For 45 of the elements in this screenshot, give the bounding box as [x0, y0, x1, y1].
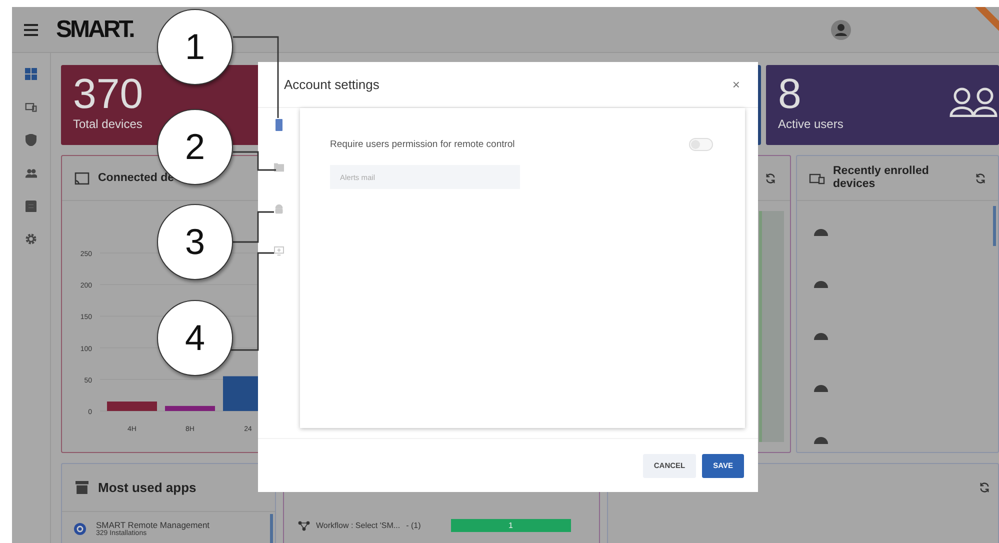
close-button[interactable]: ×: [728, 75, 744, 94]
leader-line: [233, 151, 276, 171]
chart-bar: [165, 406, 215, 411]
workflow-count: - (1): [406, 521, 421, 530]
android-icon: [813, 384, 829, 392]
cast-icon: [74, 172, 90, 184]
android-icon: [813, 280, 829, 288]
clipboard-icon[interactable]: [25, 200, 37, 212]
dashboard-icon[interactable]: [25, 68, 37, 80]
stat-value: 370: [73, 71, 144, 117]
app-name: SMART Remote Management: [96, 520, 210, 530]
users-icon: [949, 87, 999, 117]
avatar-icon[interactable]: [831, 20, 851, 40]
shield-icon[interactable]: [25, 134, 37, 146]
setting-label: Require users permission for remote control: [330, 139, 515, 150]
card-title: Most used apps: [98, 480, 196, 495]
menu-icon[interactable]: [24, 24, 38, 36]
scrollbar[interactable]: [993, 206, 996, 246]
android-icon: [813, 228, 829, 236]
settings-icon[interactable]: [25, 233, 37, 245]
folder-icon[interactable]: [274, 161, 284, 173]
leader-line: [233, 211, 274, 243]
card-title: Recently enrolled devices: [833, 165, 930, 191]
count-bar: 1: [450, 519, 571, 532]
workflow-name: Workflow : Select 'SM...: [316, 521, 400, 530]
refresh-icon[interactable]: [975, 172, 986, 184]
users-icon[interactable]: [25, 167, 37, 179]
scrollbar[interactable]: [270, 514, 273, 543]
stat-label: Active users: [778, 117, 844, 131]
devices-icon[interactable]: [25, 101, 37, 113]
android-icon: [813, 436, 829, 444]
chart-bar: [107, 402, 157, 411]
archive-icon: [74, 481, 90, 494]
refresh-icon[interactable]: [979, 482, 990, 493]
devices-icon: [809, 172, 825, 184]
dialog-title: Account settings: [284, 77, 380, 92]
toggle-switch[interactable]: [689, 138, 713, 151]
refresh-icon[interactable]: [765, 172, 776, 184]
logo: SMART.: [56, 16, 134, 44]
stat-value: 8: [778, 71, 802, 117]
app-icon: [74, 522, 86, 534]
phone-icon[interactable]: [274, 119, 284, 131]
android-icon: [813, 332, 829, 340]
workflow-icon: [298, 520, 310, 530]
stat-label: Total devices: [73, 117, 142, 131]
